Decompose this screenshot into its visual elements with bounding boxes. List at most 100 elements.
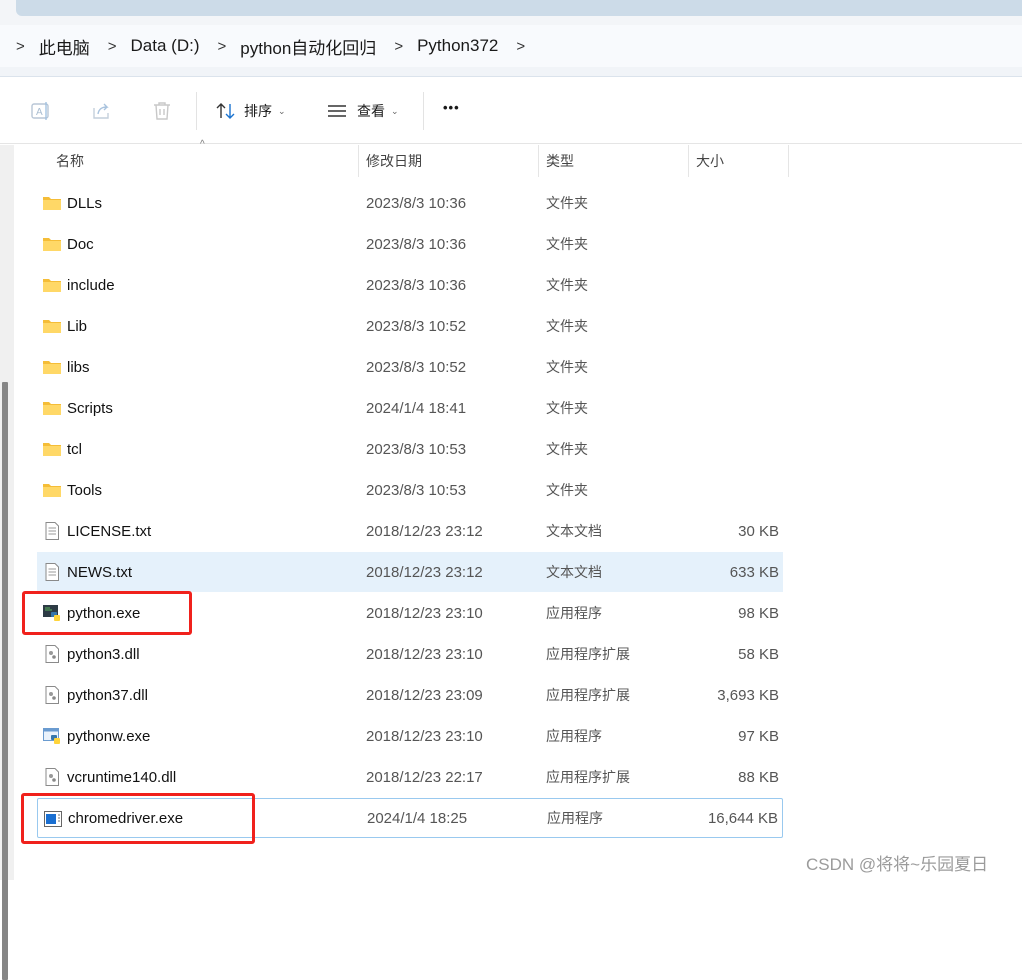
chevron-right-icon[interactable]: > [218,38,227,55]
folder-icon [43,358,61,376]
view-button[interactable]: 查看 ⌄ [327,100,399,122]
file-row[interactable]: Doc 2023/8/3 10:36 文件夹 [37,224,783,264]
trash-icon [154,102,170,120]
file-name: pythonw.exe [67,727,151,745]
file-date: 2018/12/23 23:09 [366,686,483,704]
file-type: 文件夹 [546,482,588,498]
column-size[interactable]: 大小 [689,145,789,177]
file-name: Lib [67,317,88,335]
highlight-box [22,591,192,635]
file-size: 3,693 KB [717,686,779,704]
more-options-button[interactable]: ••• [443,100,460,115]
delete-button[interactable] [151,100,173,122]
sort-icon [216,103,235,119]
column-header: ^ 名称 修改日期 类型 大小 [14,139,1022,177]
file-row[interactable]: vcruntime140.dll 2018/12/23 22:17 应用程序扩展… [37,757,783,797]
file-type: 文件夹 [546,236,588,252]
share-button[interactable] [91,100,113,122]
chevron-down-icon: ⌄ [391,105,399,116]
divider [196,92,197,130]
file-date: 2023/8/3 10:53 [366,440,467,458]
column-name[interactable]: 名称 [14,145,359,177]
file-name: Scripts [67,399,113,417]
text-icon [43,522,61,540]
file-row[interactable]: DLLs 2023/8/3 10:36 文件夹 [37,183,783,223]
file-name: NEWS.txt [67,563,133,581]
file-row[interactable]: python37.dll 2018/12/23 23:09 应用程序扩展 3,6… [37,675,783,715]
divider [423,92,424,130]
file-date: 2023/8/3 10:52 [366,317,467,335]
folder-icon [43,235,61,253]
file-row[interactable]: pythonw.exe 2018/12/23 23:10 应用程序 97 KB [37,716,783,756]
file-date: 2018/12/23 23:10 [366,727,483,745]
command-bar: A 排序 ⌄ 查看 ⌄ ••• [0,78,1022,144]
dll-icon [43,768,61,786]
file-size: 88 KB [738,768,779,786]
chevron-right-icon[interactable]: > [516,38,525,55]
file-type: 文件夹 [546,441,588,457]
file-row[interactable]: LICENSE.txt 2018/12/23 23:12 文本文档 30 KB [37,511,783,551]
chevron-right-icon[interactable]: > [16,38,25,55]
breadcrumb-this-pc[interactable]: 此电脑 [39,34,90,59]
file-name: libs [67,358,90,376]
file-row[interactable]: include 2023/8/3 10:36 文件夹 [37,265,783,305]
file-name: include [67,276,115,294]
file-name: tcl [67,440,82,458]
folder-icon [43,317,61,335]
file-date: 2023/8/3 10:36 [366,276,467,294]
file-size: 58 KB [738,645,779,663]
file-row[interactable]: tcl 2023/8/3 10:53 文件夹 [37,429,783,469]
rename-button[interactable]: A [30,100,52,122]
breadcrumb-current[interactable]: Python372 [417,36,498,56]
chevron-right-icon[interactable]: > [108,38,117,55]
column-date[interactable]: 修改日期 [359,145,539,177]
column-type[interactable]: 类型 [539,145,689,177]
file-row[interactable]: Tools 2023/8/3 10:53 文件夹 [37,470,783,510]
folder-icon [43,276,61,294]
list-view-icon [328,105,346,117]
file-date: 2024/1/4 18:41 [366,399,467,417]
address-box[interactable] [16,0,1022,16]
file-type: 应用程序扩展 [546,646,630,662]
rename-icon: A [31,102,49,120]
file-row[interactable]: libs 2023/8/3 10:52 文件夹 [37,347,783,387]
file-type: 文件夹 [546,318,588,334]
folder-icon [43,194,61,212]
file-size: 98 KB [738,604,779,622]
file-name: python3.dll [67,645,140,663]
file-size: 633 KB [729,563,779,581]
file-row[interactable]: python3.dll 2018/12/23 23:10 应用程序扩展 58 K… [37,634,783,674]
scrollbar[interactable] [2,382,8,980]
file-name: python37.dll [67,686,148,704]
navigation-pane [0,145,14,980]
divider [0,67,1022,77]
file-size: 16,644 KB [707,809,778,827]
file-size: 30 KB [738,522,779,540]
file-row[interactable]: NEWS.txt 2018/12/23 23:12 文本文档 633 KB [37,552,783,592]
chevron-down-icon: ⌄ [278,105,286,116]
file-date: 2018/12/23 22:17 [366,768,483,786]
file-row[interactable]: Scripts 2024/1/4 18:41 文件夹 [37,388,783,428]
watermark: CSDN @将将~乐园夏日 [806,855,989,874]
breadcrumb: > 此电脑 > Data (D:) > python自动化回归 > Python… [0,25,1022,67]
folder-icon [43,440,61,458]
pythonw-icon [43,727,61,745]
folder-icon [43,481,61,499]
file-name: Tools [67,481,103,499]
file-name: DLLs [67,194,103,212]
sort-button[interactable]: 排序 ⌄ [215,100,286,122]
file-date: 2023/8/3 10:36 [366,235,467,253]
file-type: 文件夹 [546,359,588,375]
file-type: 应用程序扩展 [546,687,630,703]
file-type: 应用程序扩展 [546,769,630,785]
view-label: 查看 [357,103,385,119]
highlight-box [21,793,255,844]
breadcrumb-data-drive[interactable]: Data (D:) [131,36,200,56]
file-date: 2018/12/23 23:12 [366,522,483,540]
breadcrumb-folder[interactable]: python自动化回归 [240,34,376,59]
file-type: 文本文档 [546,564,602,580]
file-type: 文件夹 [546,277,588,293]
file-row[interactable]: Lib 2023/8/3 10:52 文件夹 [37,306,783,346]
file-type: 文本文档 [546,523,602,539]
chevron-right-icon[interactable]: > [394,38,403,55]
